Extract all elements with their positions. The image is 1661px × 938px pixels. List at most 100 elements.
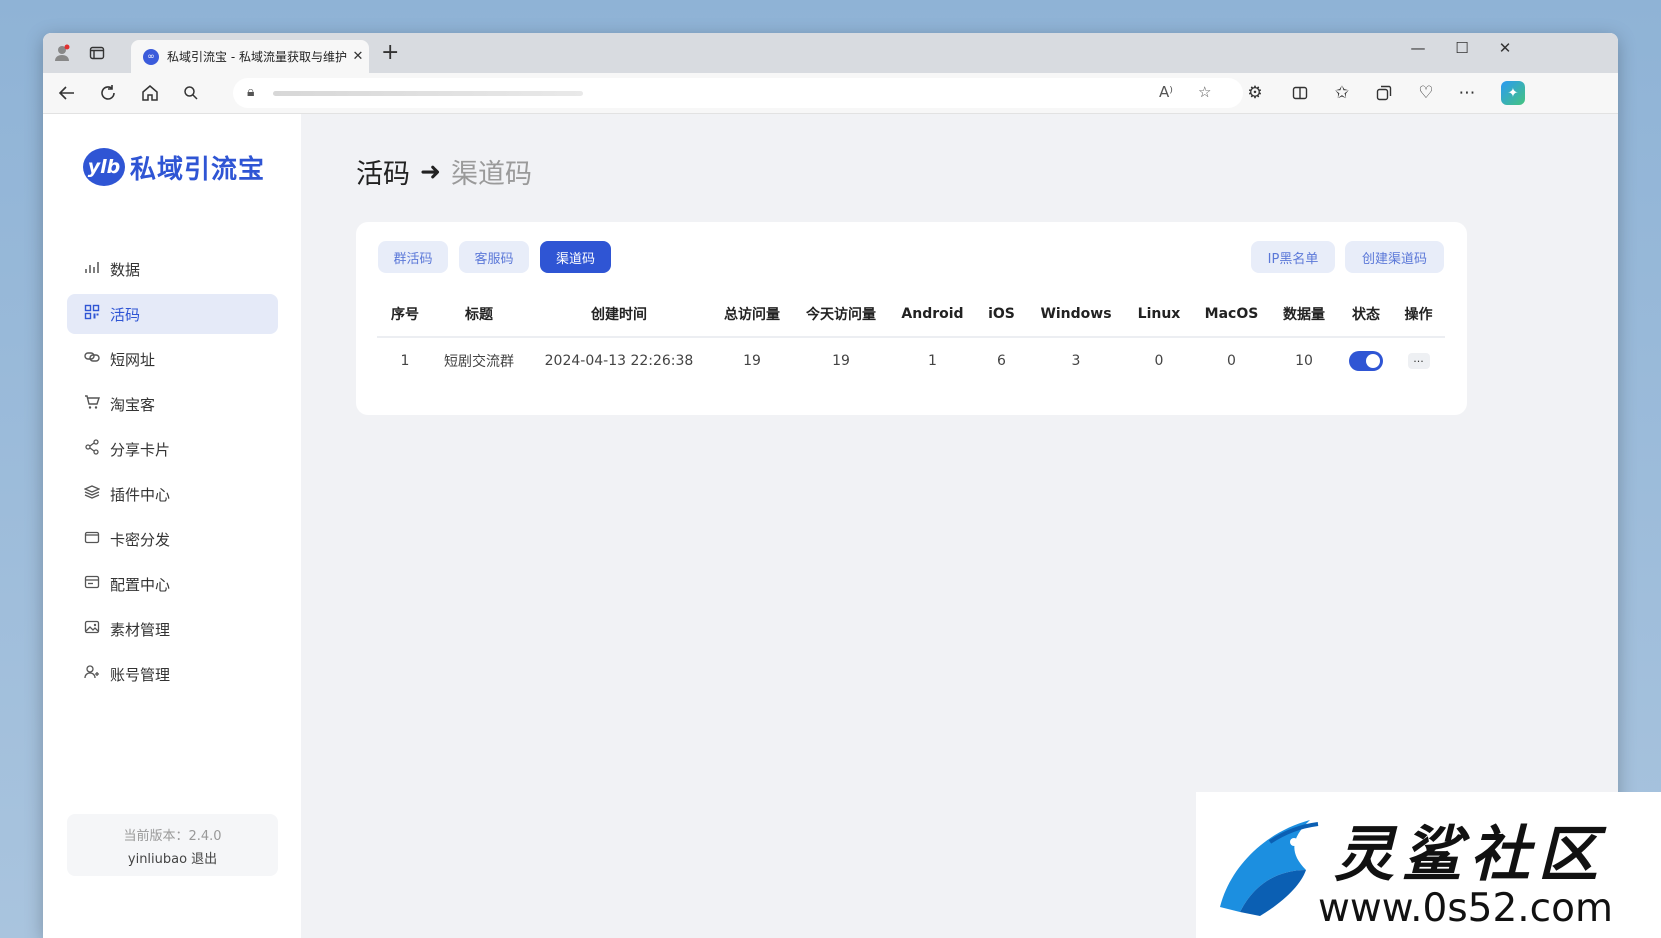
column-header: 标题 (433, 292, 525, 338)
shopping-cart-icon (82, 394, 102, 414)
watermark-url: www.0s52.com (1318, 886, 1613, 931)
cell-linux: 0 (1154, 353, 1164, 369)
column-header: 操作 (1392, 292, 1445, 338)
logo-badge: ylb (83, 148, 125, 186)
sidebar-item-config[interactable]: 配置中心 (67, 564, 278, 604)
lock-icon[interactable]: 🔒︎ (247, 84, 254, 100)
user-info: yinliubao 退出 (67, 848, 278, 867)
sidebar-item-label: 卡密分发 (110, 530, 171, 549)
link-icon (82, 349, 102, 369)
status-toggle[interactable] (1349, 351, 1383, 371)
sidebar-item-cardkey[interactable]: 卡密分发 (67, 519, 278, 559)
cell-created: 2024-04-13 22:26:38 (544, 353, 694, 369)
browser-tab[interactable]: ∞ 私域引流宝 - 私域流量获取与维护 ✕ (131, 40, 369, 73)
logout-link[interactable]: 退出 (191, 852, 217, 867)
split-screen-icon[interactable] (1288, 81, 1312, 105)
more-icon[interactable]: ⋯ (1455, 81, 1479, 105)
settings-panel-icon (82, 574, 102, 594)
sidebar-item-plugins[interactable]: 插件中心 (67, 474, 278, 514)
breadcrumb: 活码 ➜ 渠道码 (356, 152, 532, 191)
sidebar-item-label: 分享卡片 (110, 440, 171, 459)
tab-group-code[interactable]: 群活码 (378, 241, 448, 273)
sidebar-item-label: 淘宝客 (110, 395, 156, 414)
tab-channel-code[interactable]: 渠道码 (540, 241, 611, 273)
version-text: 当前版本：2.4.0 (123, 829, 222, 844)
browser-essentials-icon[interactable]: ♡ (1414, 81, 1438, 105)
close-tab-icon[interactable]: ✕ (347, 49, 369, 64)
cell-status (1340, 337, 1392, 384)
column-header: Windows (1029, 292, 1123, 338)
column-header: MacOS (1195, 292, 1268, 338)
column-header: 序号 (377, 292, 433, 338)
sidebar: ylb 私域引流宝 数据 活码 短网址 淘宝客 分享卡片 插件中心 卡密分发 配… (43, 114, 301, 938)
app-logo[interactable]: ylb 私域引流宝 (83, 148, 265, 186)
more-actions-button[interactable]: ... (1407, 353, 1430, 369)
cell-windows: 3 (1071, 353, 1081, 369)
tab-service-code[interactable]: 客服码 (459, 241, 529, 273)
cell-today-visits: 19 (832, 353, 850, 369)
sidebar-item-shorturl[interactable]: 短网址 (67, 339, 278, 379)
share-icon (82, 439, 102, 459)
toggle-knob (1366, 354, 1380, 368)
column-header: iOS (974, 292, 1029, 338)
extensions-icon[interactable]: ⚙ (1243, 81, 1267, 105)
minimize-icon[interactable]: — (1404, 39, 1432, 57)
watermark: 灵鲨社区 www.0s52.com (1196, 792, 1661, 938)
column-header: 创建时间 (525, 292, 713, 338)
cell-actions: ... (1392, 337, 1445, 384)
column-header: Android (891, 292, 974, 338)
new-tab-icon[interactable]: + (381, 42, 399, 64)
back-icon[interactable] (55, 81, 79, 105)
close-window-icon[interactable]: ✕ (1491, 39, 1519, 57)
cell-total-visits: 19 (743, 353, 761, 369)
table-header-row: 序号 标题 创建时间 总访问量 今天访问量 Android iOS Window… (377, 292, 1445, 338)
sidebar-nav: 数据 活码 短网址 淘宝客 分享卡片 插件中心 卡密分发 配置中心 素材管理 账… (67, 249, 278, 699)
maximize-icon[interactable]: ☐ (1448, 39, 1476, 57)
create-channel-code-button[interactable]: 创建渠道码 (1345, 241, 1444, 273)
favorite-star-icon[interactable]: ☆ (1198, 83, 1211, 101)
refresh-icon[interactable] (96, 81, 120, 105)
version-box: 当前版本：2.4.0 yinliubao 退出 (67, 814, 278, 876)
layers-icon (82, 484, 102, 504)
browser-toolbar: 🔒︎ A⁾ ☆ ⚙ ✩ ♡ ⋯ ✦ (43, 73, 1618, 114)
channel-code-card: 群活码 客服码 渠道码 IP黑名单 创建渠道码 序号 标题 创建时间 总访问量 … (356, 222, 1467, 415)
favorites-icon[interactable]: ✩ (1330, 81, 1354, 105)
sidebar-item-label: 配置中心 (110, 575, 171, 594)
sidebar-item-sharecard[interactable]: 分享卡片 (67, 429, 278, 469)
cell-title: 短剧交流群 (444, 354, 514, 370)
user-add-icon (82, 664, 102, 684)
sidebar-item-label: 短网址 (110, 350, 156, 369)
column-header: 今天访问量 (791, 292, 891, 338)
cell-ios: 6 (997, 353, 1006, 369)
tab-actions-icon[interactable] (86, 42, 108, 64)
sidebar-item-taobaoke[interactable]: 淘宝客 (67, 384, 278, 424)
search-icon[interactable] (179, 81, 203, 105)
ip-blacklist-button[interactable]: IP黑名单 (1251, 241, 1335, 273)
column-header: 总访问量 (713, 292, 791, 338)
profile-icon[interactable] (51, 42, 73, 64)
sidebar-item-label: 素材管理 (110, 620, 171, 639)
cell-data-count: 10 (1295, 353, 1313, 369)
arrow-right-icon: ➜ (420, 157, 441, 186)
copilot-icon[interactable]: ✦ (1501, 81, 1525, 105)
cell-macos: 0 (1227, 353, 1236, 369)
breadcrumb-parent[interactable]: 活码 (356, 152, 410, 191)
sidebar-item-data[interactable]: 数据 (67, 249, 278, 289)
sidebar-item-label: 数据 (110, 260, 141, 279)
home-icon[interactable] (138, 81, 162, 105)
infinity-logo-icon: ∞ (143, 48, 159, 65)
sidebar-item-label: 活码 (110, 305, 141, 324)
read-aloud-icon[interactable]: A⁾ (1159, 83, 1173, 101)
address-bar[interactable]: 🔒︎ A⁾ ☆ (233, 78, 1243, 108)
sidebar-item-livecode[interactable]: 活码 (67, 294, 278, 334)
collections-icon[interactable] (1372, 81, 1396, 105)
tab-title: 私域引流宝 - 私域流量获取与维护 (167, 50, 347, 64)
sidebar-item-label: 账号管理 (110, 665, 171, 684)
sidebar-item-accounts[interactable]: 账号管理 (67, 654, 278, 694)
image-icon (82, 619, 102, 639)
bar-chart-icon (82, 259, 102, 279)
sidebar-item-materials[interactable]: 素材管理 (67, 609, 278, 649)
url-text (273, 91, 583, 96)
table-row: 1 短剧交流群 2024-04-13 22:26:38 19 19 1 6 3 … (377, 337, 1445, 384)
title-bar: ∞ 私域引流宝 - 私域流量获取与维护 ✕ + — ☐ ✕ (43, 33, 1618, 73)
